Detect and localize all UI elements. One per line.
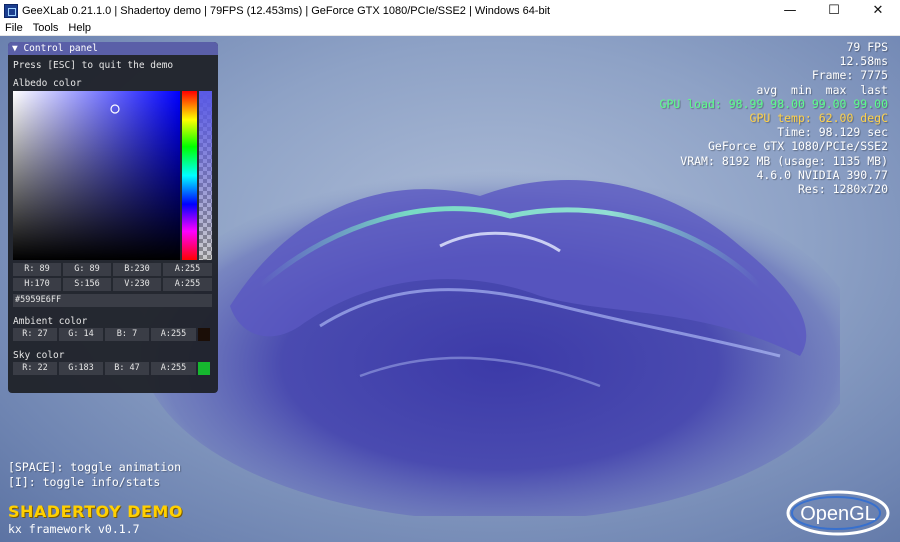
albedo-a-field[interactable]: A:255 [163, 263, 212, 276]
albedo-g-field[interactable]: G: 89 [63, 263, 111, 276]
albedo-rgb-fields: R: 89 G: 89 B:230 A:255 [13, 263, 212, 276]
albedo-a2-field[interactable]: A:255 [163, 278, 212, 291]
menu-file[interactable]: File [0, 21, 28, 35]
vram-readout: VRAM: 8192 MB (usage: 1135 MB) [680, 153, 888, 168]
menu-help[interactable]: Help [63, 21, 96, 35]
render-viewport[interactable]: 79 FPS 12.58ms Frame: 7775 avg min max l… [0, 36, 900, 542]
window-controls: — ☐ ✕ [768, 0, 900, 21]
ambient-g-field[interactable]: G: 14 [59, 328, 103, 341]
sky-fields: R: 22 G:183 B: 47 A:255 [13, 362, 210, 375]
sky-label: Sky color [13, 350, 65, 361]
frame-counter: Frame: 7775 [811, 68, 888, 83]
shader-render-image [140, 171, 840, 516]
frametime-readout: 12.58ms [839, 54, 888, 69]
stats-overlay: 79 FPS 12.58ms Frame: 7775 avg min max l… [660, 40, 888, 196]
albedo-b-field[interactable]: B:230 [113, 263, 161, 276]
stats-header: avg min max last [756, 82, 888, 97]
ambient-r-field[interactable]: R: 27 [13, 328, 57, 341]
ambient-fields: R: 27 G: 14 B: 7 A:255 [13, 328, 210, 341]
ambient-a-field[interactable]: A:255 [151, 328, 196, 341]
sky-b-field[interactable]: B: 47 [105, 362, 149, 375]
albedo-alpha-slider[interactable] [199, 91, 212, 260]
albedo-hue-slider[interactable] [182, 91, 197, 260]
menu-bar: File Tools Help [0, 21, 900, 36]
space-hint: [SPACE]: toggle animation [8, 460, 182, 474]
app-icon [4, 3, 18, 18]
opengl-logo-icon: OpenGL [786, 490, 890, 536]
control-panel-header[interactable]: ▼ Control panel [8, 42, 218, 55]
gpu-name: GeForce GTX 1080/PCIe/SSE2 [707, 139, 888, 154]
maximize-button[interactable]: ☐ [812, 0, 856, 21]
gpu-load-readout: GPU load: 98.99 98.00 99.00 99.00 [659, 96, 888, 111]
driver-version: 4.6.0 NVIDIA 390.77 [756, 167, 888, 182]
keyboard-hints: [SPACE]: toggle animation [I]: toggle in… [8, 460, 181, 489]
albedo-hex-field[interactable]: #5959E6FF [13, 294, 212, 307]
albedo-h-field[interactable]: H:170 [13, 278, 61, 291]
sky-a-field[interactable]: A:255 [151, 362, 196, 375]
resolution-readout: Res: 1280x720 [797, 182, 888, 197]
albedo-s-field[interactable]: S:156 [63, 278, 111, 291]
ambient-color-swatch[interactable] [198, 328, 210, 341]
framework-version: kx framework v0.1.7 [8, 522, 140, 536]
sky-r-field[interactable]: R: 22 [13, 362, 57, 375]
albedo-hsv-fields: H:170 S:156 V:230 A:255 [13, 278, 212, 291]
opengl-logo-text: OpenGL [800, 503, 876, 525]
title-bar: GeeXLab 0.21.1.0 | Shadertoy demo | 79FP… [0, 0, 900, 21]
info-hint: [I]: toggle info/stats [8, 474, 161, 489]
fps-readout: 79 FPS [846, 40, 888, 54]
control-panel[interactable]: ▼ Control panel Press [ESC] to quit the … [8, 42, 218, 393]
ambient-b-field[interactable]: B: 7 [105, 328, 149, 341]
menu-tools[interactable]: Tools [28, 21, 64, 35]
sky-color-swatch[interactable] [198, 362, 210, 375]
albedo-label: Albedo color [13, 78, 82, 89]
albedo-sv-picker[interactable] [13, 91, 180, 260]
demo-title: SHADERTOY DEMO [8, 502, 183, 521]
time-readout: Time: 98.129 sec [777, 125, 888, 140]
window-title: GeeXLab 0.21.1.0 | Shadertoy demo | 79FP… [22, 4, 551, 17]
quit-hint: Press [ESC] to quit the demo [13, 60, 174, 71]
albedo-v-field[interactable]: V:230 [113, 278, 161, 291]
minimize-button[interactable]: — [768, 0, 812, 21]
close-button[interactable]: ✕ [856, 0, 900, 21]
gpu-temp-readout: GPU temp: 62.00 degC [749, 111, 888, 126]
ambient-label: Ambient color [13, 316, 88, 327]
albedo-r-field[interactable]: R: 89 [13, 263, 61, 276]
sky-g-field[interactable]: G:183 [59, 362, 103, 375]
